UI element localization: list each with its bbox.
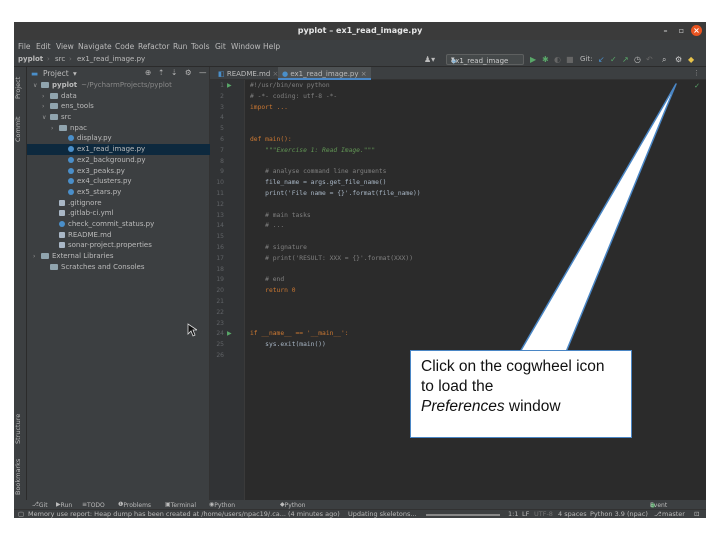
instruction-callout: Click on the cogwheel icon to load the P… [410, 350, 632, 438]
callout-text: Click on the cogwheel icon to load the [421, 358, 605, 395]
callout-emphasis: Preferences [421, 398, 505, 415]
callout-text-end: window [508, 398, 561, 415]
callout-pointer [519, 83, 677, 353]
mouse-cursor-icon [187, 323, 197, 337]
callout-arrow [519, 83, 677, 353]
